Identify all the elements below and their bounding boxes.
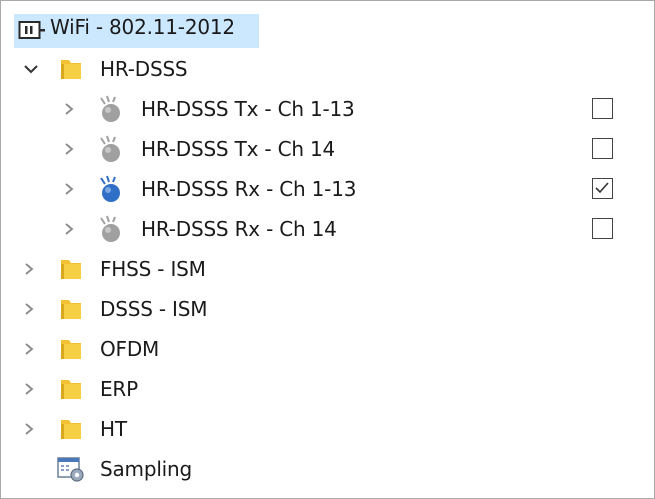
signal-icon — [97, 214, 127, 244]
folder-label: HT — [100, 417, 127, 441]
tree-folder-fhss-ism[interactable]: FHSS - ISM — [1, 249, 654, 289]
tree-group-hr-dsss[interactable]: HR-DSSS — [1, 49, 654, 89]
chevron-right-icon[interactable] — [23, 382, 37, 396]
chevron-right-icon[interactable] — [23, 422, 37, 436]
folder-icon — [58, 256, 84, 282]
signal-icon — [97, 174, 127, 204]
folder-icon — [58, 416, 84, 442]
tree-item[interactable]: HR-DSSS Tx - Ch 14 — [1, 129, 654, 169]
folder-icon — [58, 56, 84, 82]
chevron-right-icon[interactable] — [63, 182, 77, 196]
group-label: HR-DSSS — [100, 57, 188, 81]
root-label: WiFi - 802.11-2012 — [50, 15, 235, 39]
folder-label: DSSS - ISM — [100, 297, 208, 321]
folder-icon — [58, 296, 84, 322]
sampling-icon — [56, 455, 86, 483]
tree-item-sampling[interactable]: Sampling — [1, 449, 654, 489]
item-checkbox[interactable] — [592, 98, 613, 119]
item-checkbox[interactable] — [592, 138, 613, 159]
folder-icon — [58, 336, 84, 362]
checkmark-icon — [595, 182, 609, 194]
folder-label: OFDM — [100, 337, 160, 361]
tree-item[interactable]: HR-DSSS Rx - Ch 1-13 — [1, 169, 654, 209]
tree-folder-dsss-ism[interactable]: DSSS - ISM — [1, 289, 654, 329]
folder-label: FHSS - ISM — [100, 257, 206, 281]
tree-folder-erp[interactable]: ERP — [1, 369, 654, 409]
tree-root-node[interactable]: WiFi - 802.11-2012 — [1, 6, 654, 48]
tree-item[interactable]: HR-DSSS Rx - Ch 14 — [1, 209, 654, 249]
tree-folder-ht[interactable]: HT — [1, 409, 654, 449]
tree-folder-ofdm[interactable]: OFDM — [1, 329, 654, 369]
chevron-right-icon[interactable] — [63, 142, 77, 156]
item-label: HR-DSSS Rx - Ch 14 — [141, 217, 337, 241]
chevron-right-icon[interactable] — [23, 262, 37, 276]
signal-icon — [97, 94, 127, 124]
chevron-right-icon[interactable] — [23, 342, 37, 356]
sampling-label: Sampling — [100, 457, 193, 481]
tree-panel: WiFi - 802.11-2012 HR-DSSS HR-DSSS Tx - … — [0, 0, 655, 499]
item-label: HR-DSSS Tx - Ch 1-13 — [141, 97, 355, 121]
item-label: HR-DSSS Rx - Ch 1-13 — [141, 177, 357, 201]
chevron-right-icon[interactable] — [63, 102, 77, 116]
device-icon — [18, 19, 46, 41]
chevron-down-icon[interactable] — [23, 62, 38, 76]
item-checkbox[interactable] — [592, 218, 613, 239]
chevron-right-icon[interactable] — [63, 222, 77, 236]
folder-icon — [58, 376, 84, 402]
chevron-right-icon[interactable] — [23, 302, 37, 316]
tree-item[interactable]: HR-DSSS Tx - Ch 1-13 — [1, 89, 654, 129]
signal-icon — [97, 134, 127, 164]
folder-label: ERP — [100, 377, 138, 401]
item-label: HR-DSSS Tx - Ch 14 — [141, 137, 336, 161]
item-checkbox-checked[interactable] — [592, 178, 613, 199]
